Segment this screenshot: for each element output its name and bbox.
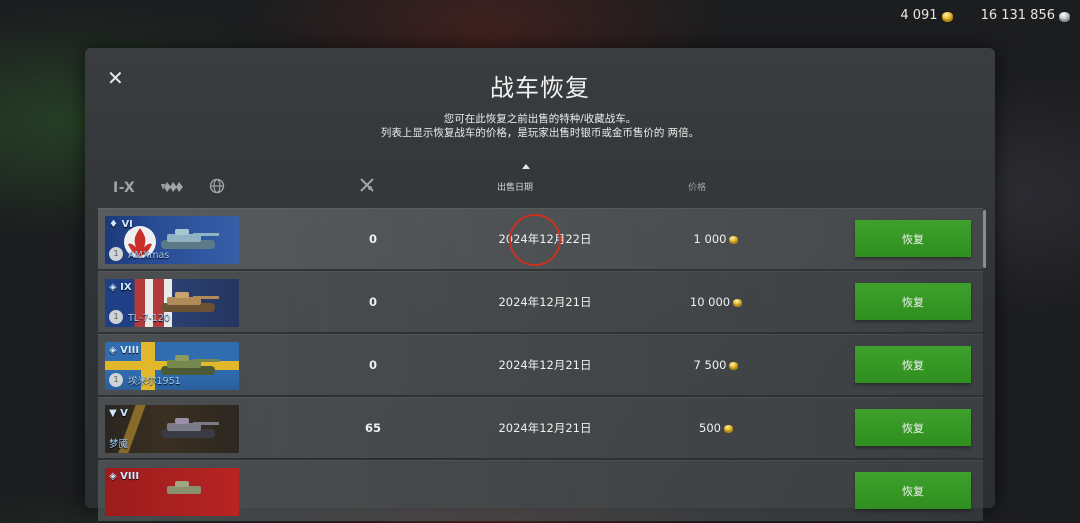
vehicle-thumbnail: ▼ V 梦魇 — [105, 405, 239, 453]
restore-price: 10 000 — [666, 272, 766, 332]
kills-column-icon[interactable] — [359, 177, 375, 196]
vehicle-type-filter-icon[interactable] — [159, 179, 185, 198]
vehicle-thumbnail: ◈ VIII 1 埃米尔1951 — [105, 342, 239, 390]
dialog-title: 战车恢复 — [490, 74, 590, 102]
kills-value: 0 — [368, 358, 377, 372]
kills-value: 65 — [364, 421, 381, 435]
mastery-badge: 1 — [109, 310, 123, 324]
restore-price: 1 000 — [666, 209, 766, 269]
restore-button[interactable]: 恢复 — [855, 472, 971, 509]
vehicle-name: AMXmas — [128, 250, 170, 261]
kills-value: 0 — [368, 232, 377, 246]
price-value: 10 000 — [689, 295, 731, 309]
gold-coin-icon — [941, 11, 953, 20]
dialog-description: 您可在此恢复之前出售的特种/收藏战车。 列表上显示恢复战车的价格，是玩家出售时银… — [85, 112, 995, 140]
sale-date: 2024年12月21日 — [498, 295, 592, 309]
kills-value: 0 — [368, 295, 377, 309]
mastery-badge: 1 — [109, 373, 123, 387]
vehicle-name: 埃米尔1951 — [128, 376, 181, 387]
description-line-1: 您可在此恢复之前出售的特种/收藏战车。 — [443, 113, 637, 125]
sale-date: 2024年12月21日 — [498, 358, 592, 372]
gold-coin-icon — [729, 362, 739, 368]
table-row: ◈ IX 1 TL-7-120 0 2024年12月21日 10 000 恢复 — [98, 271, 983, 332]
vehicle-thumbnail: ◈ VIII — [105, 468, 239, 516]
sale-date: 2024年12月21日 — [498, 421, 592, 435]
restore-button[interactable]: 恢复 — [855, 346, 971, 383]
tier-label: ▼ V — [109, 408, 128, 419]
table-row: ◈ VIII 1 埃米尔1951 0 2024年12月21日 7 500 恢复 — [98, 334, 983, 395]
silver-amount: 16 131 856 — [980, 8, 1055, 23]
restore-price: 500 — [666, 398, 766, 458]
tier-label: ◈ IX — [109, 282, 132, 293]
table-row: ▼ V 梦魇 65 2024年12月21日 500 恢复 — [98, 397, 983, 458]
gold-coin-icon — [729, 236, 739, 242]
vehicle-name: TL-7-120 — [128, 313, 170, 324]
nation-filter-globe-icon[interactable] — [209, 178, 225, 198]
tier-label: ♦ VI — [109, 219, 133, 230]
sale-date: 2024年12月22日 — [498, 232, 592, 246]
currency-bar: 4 091 16 131 856 — [900, 8, 1070, 23]
list-scrollbar[interactable] — [983, 210, 986, 268]
sale-date-column-header[interactable]: 出售日期 — [497, 180, 533, 193]
gold-balance: 4 091 — [900, 8, 953, 23]
tier-label: ◈ VIII — [109, 345, 140, 356]
price-value: 7 500 — [693, 358, 727, 372]
vehicle-thumbnail: ♦ VI 1 AMXmas — [105, 216, 239, 264]
price-column-header[interactable]: 价格 — [688, 180, 706, 193]
gold-amount: 4 091 — [900, 8, 938, 23]
gold-coin-icon — [723, 425, 733, 431]
sort-ascending-icon — [522, 164, 530, 169]
mastery-badge: 1 — [109, 247, 123, 261]
price-value: 500 — [699, 421, 721, 435]
filter-bar: I-X — [113, 178, 225, 198]
silver-balance: 16 131 856 — [981, 8, 1070, 23]
vehicle-thumbnail: ◈ IX 1 TL-7-120 — [105, 279, 239, 327]
vehicle-list: ♦ VI 1 AMXmas 0 2024年12月22日 1 000 恢复 ◈ I… — [98, 208, 983, 523]
restore-button[interactable]: 恢复 — [855, 220, 971, 257]
restore-button[interactable]: 恢复 — [855, 283, 971, 320]
table-row: ◈ VIII 恢复 — [98, 460, 983, 521]
tier-label: ◈ VIII — [109, 471, 140, 482]
table-row: ♦ VI 1 AMXmas 0 2024年12月22日 1 000 恢复 — [98, 208, 983, 269]
description-line-2: 列表上显示恢复战车的价格，是玩家出售时银币或金币售价的 两倍。 — [380, 127, 700, 139]
price-value: 1 000 — [693, 232, 727, 246]
tier-filter[interactable]: I-X — [113, 180, 135, 196]
silver-coin-icon — [1059, 11, 1070, 20]
vehicle-restore-dialog: ✕ 战车恢复 您可在此恢复之前出售的特种/收藏战车。 列表上显示恢复战车的价格，… — [85, 48, 995, 521]
vehicle-name: 梦魇 — [109, 439, 129, 450]
gold-coin-icon — [733, 299, 743, 305]
restore-price: 7 500 — [666, 335, 766, 395]
restore-button[interactable]: 恢复 — [855, 409, 971, 446]
